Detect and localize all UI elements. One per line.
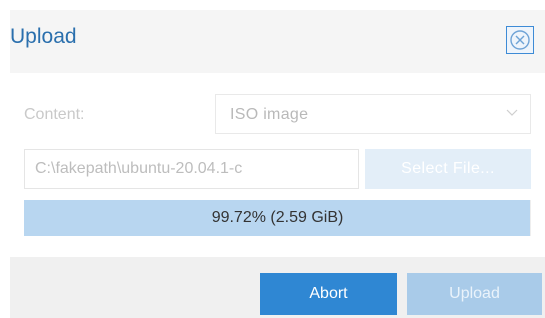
- close-circle-icon: [510, 30, 530, 50]
- select-file-button[interactable]: Select File...: [365, 149, 531, 189]
- upload-progress-bar: 99.72% (2.59 GiB): [24, 200, 531, 236]
- file-path-field[interactable]: [24, 149, 359, 189]
- dialog-header: Upload: [10, 10, 545, 73]
- abort-button[interactable]: Abort: [260, 273, 397, 315]
- content-type-select[interactable]: ISO image: [215, 94, 531, 134]
- dialog-footer: Abort Upload: [10, 257, 545, 318]
- upload-dialog: Upload Content: ISO image Select File...…: [0, 0, 545, 318]
- progress-label: 99.72% (2.59 GiB): [211, 209, 344, 226]
- close-button[interactable]: [506, 26, 534, 54]
- content-type-value: ISO image: [230, 106, 309, 123]
- dialog-title: Upload: [10, 25, 77, 48]
- content-label: Content:: [24, 106, 85, 123]
- chevron-down-icon: [506, 109, 518, 116]
- upload-button[interactable]: Upload: [407, 273, 542, 315]
